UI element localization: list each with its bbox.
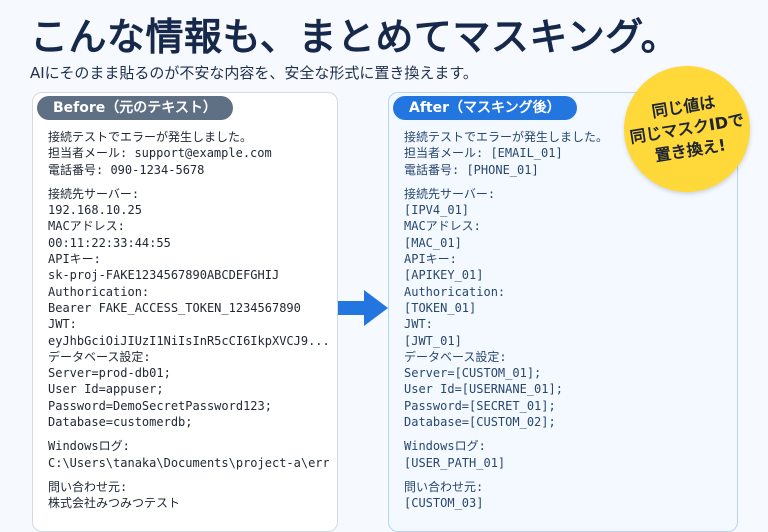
before-text-line: Password=DemoSecretPassword123; <box>48 398 272 413</box>
after-text-line: Password=[SECRET_01]; <box>404 398 556 413</box>
page-subtitle: AIにそのまま貼るのが不安な内容を、安全な形式に置き換えます。 <box>30 64 478 82</box>
before-text-line: Authorication: <box>48 284 150 299</box>
after-text-line: [IPV4_01] <box>404 203 470 218</box>
before-text-line: 接続テストでエラーが発生しました。 <box>48 130 253 144</box>
before-text-line: 接続先サーバー: <box>48 186 140 201</box>
before-text-line: JWT: <box>48 317 77 332</box>
before-text-line: データベース設定: <box>48 349 151 364</box>
after-text-line: [TOKEN_01] <box>404 300 477 315</box>
before-text-line: 電話番号: 090-1234-5678 <box>48 162 205 177</box>
before-text-line: eyJhbGciOiJIUzI1NiIsInR5cCI6IkpXVCJ9... <box>48 333 329 348</box>
before-text-line: Bearer FAKE_ACCESS_TOKEN_1234567890 <box>48 300 301 315</box>
before-text-line: Windowsログ: <box>48 439 130 454</box>
after-text-line: Server=[CUSTOM_01]; <box>404 366 542 381</box>
before-text-lines: 接続テストでエラーが発生しました。担当者メール: support@example… <box>48 129 329 512</box>
after-text-line: [USER_PATH_01] <box>404 455 506 470</box>
before-text-line: 担当者メール: support@example.com <box>48 146 272 161</box>
after-text-line: [MAC_01] <box>404 235 462 250</box>
before-text-line: User Id=appuser; <box>48 382 164 397</box>
before-text-line: Database=customerdb; <box>48 415 193 430</box>
before-text-line: 192.168.10.25 <box>48 203 142 218</box>
page-title: こんな情報も、まとめてマスキング。 <box>30 15 680 59</box>
after-text-line: 問い合わせ元: <box>404 479 484 494</box>
after-text-line: JWT: <box>404 317 433 332</box>
before-text-line: 株式会社みつみつテスト <box>48 496 181 511</box>
before-text-line: C:\Users\tanaka\Documents\project-a\erro… <box>48 455 329 470</box>
before-text-line: Server=prod-db01; <box>48 366 171 381</box>
before-text-line: 00:11:22:33:44:55 <box>48 235 171 250</box>
after-text-line: [APIKEY_01] <box>404 268 484 283</box>
after-panel-header: After（マスキング後） <box>393 96 577 120</box>
before-text-line: 問い合わせ元: <box>48 479 128 494</box>
before-text-line: MACアドレス: <box>48 219 125 234</box>
before-panel-header: Before（元のテキスト） <box>37 96 233 120</box>
after-text-line: APIキー: <box>404 252 457 267</box>
after-text-line: Windowsログ: <box>404 439 486 454</box>
before-panel: Before（元のテキスト） 接続テストでエラーが発生しました。担当者メール: … <box>32 92 338 532</box>
after-text-line: User Id=[USERNANE_01]; <box>404 382 563 397</box>
after-text-line: MACアドレス: <box>404 219 481 234</box>
before-text-line: sk-proj-FAKE1234567890ABCDEFGHIJ <box>48 268 280 283</box>
after-text-line: [CUSTOM_03] <box>404 496 484 511</box>
right-arrow-icon <box>338 290 388 326</box>
after-text-line: データベース設定: <box>404 349 507 364</box>
after-text-line: Authorication: <box>404 284 506 299</box>
before-text-line: APIキー: <box>48 252 101 267</box>
after-text-line: Database=[CUSTOM_02]; <box>404 415 556 430</box>
after-text-line: [JWT_01] <box>404 333 462 348</box>
